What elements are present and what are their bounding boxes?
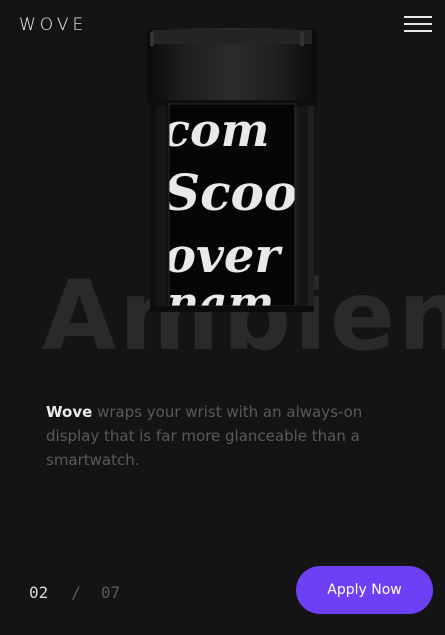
slide-pager: 02 / 07 [29,583,120,602]
description-text: wraps your wrist with an always-on displ… [46,403,363,469]
pager-current: 02 [29,583,49,602]
brand-name: Wove [46,403,93,421]
pager-separator: / [71,583,81,602]
wove-logo[interactable]: WOVE [19,15,87,35]
hamburger-menu-icon[interactable] [404,16,432,32]
hero-description: Wove wraps your wrist with an always-on … [46,400,366,472]
apply-now-button[interactable]: Apply Now [296,566,433,614]
svg-text:com: com [162,103,269,157]
pager-total: 07 [100,583,121,602]
page: WOVE Ambient [0,0,445,635]
menu-line [404,23,432,25]
wove-device-image: com Scoot over nam [142,28,322,313]
menu-line [404,16,432,18]
svg-text:over: over [164,228,283,284]
menu-line [404,30,432,32]
